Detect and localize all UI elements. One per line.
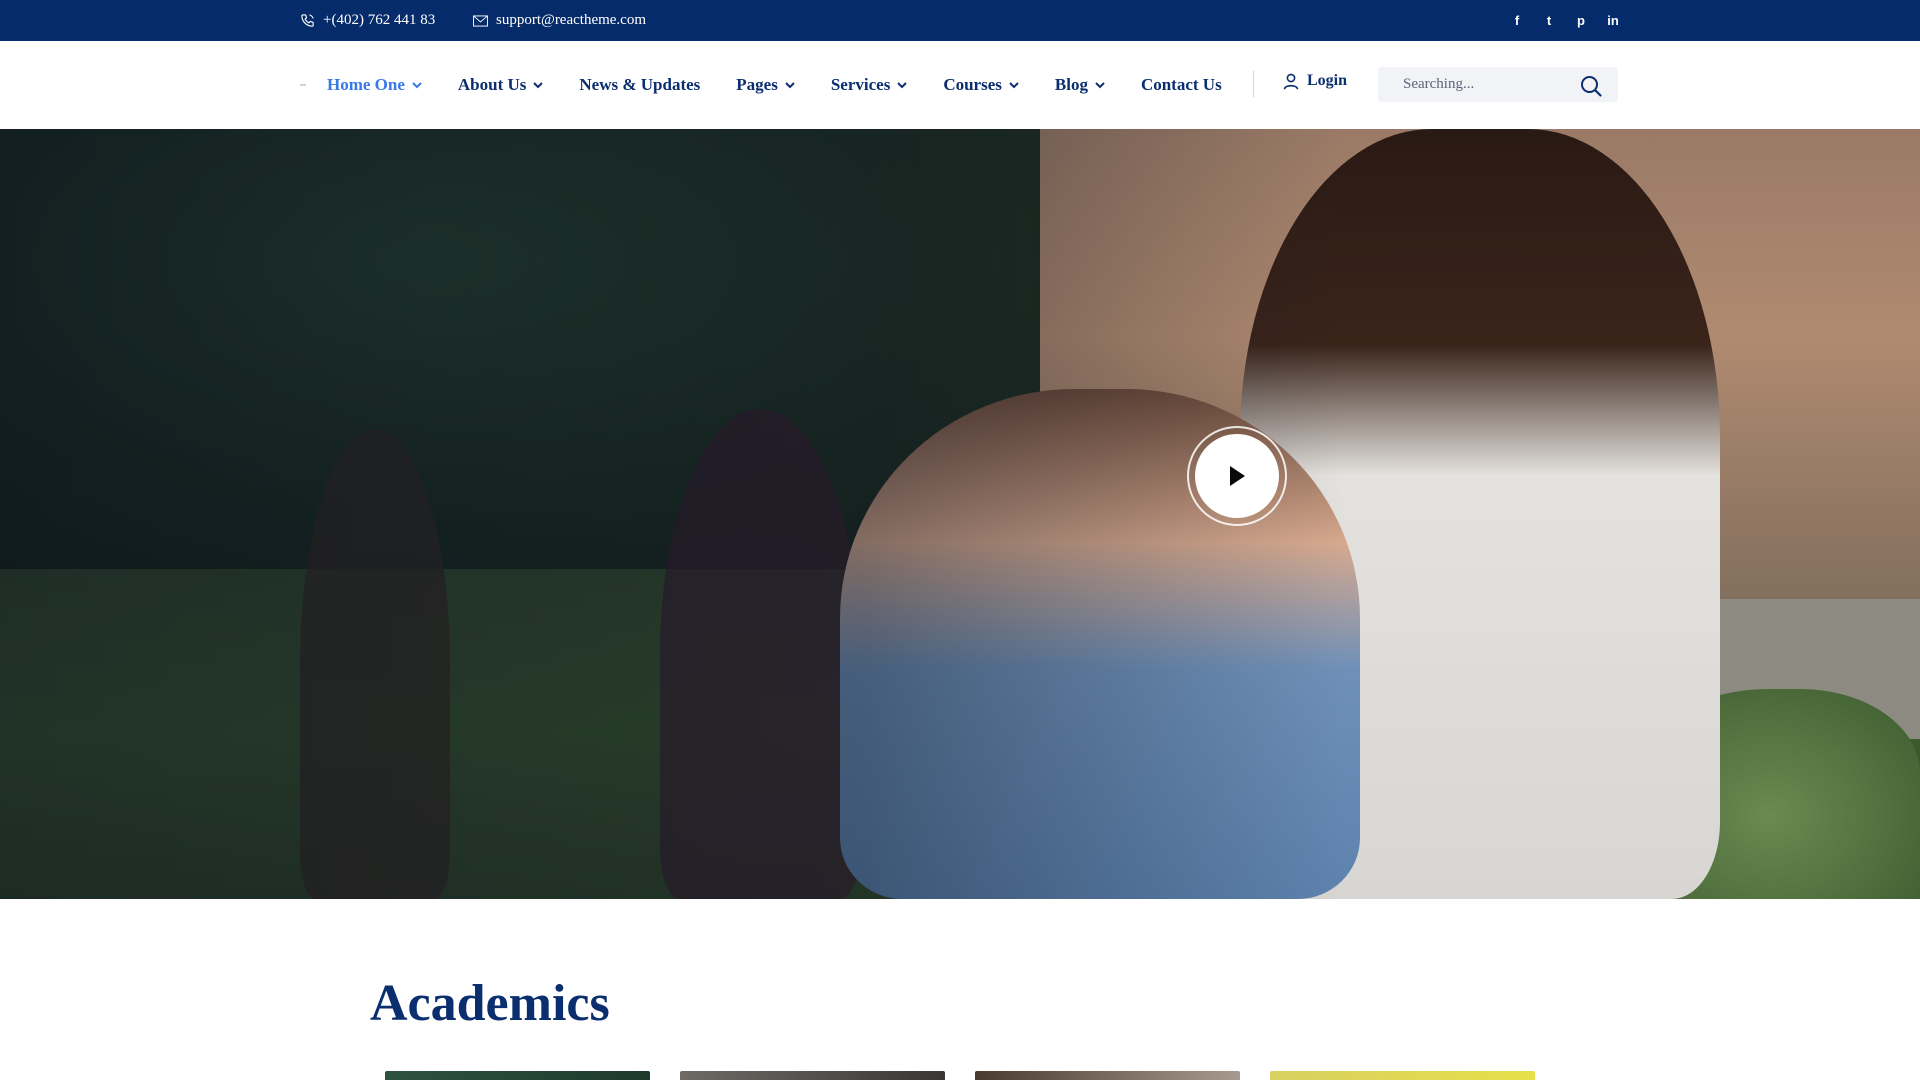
nav-item-contact[interactable]: Contact Us — [1141, 75, 1222, 95]
linkedin-icon[interactable]: in — [1606, 13, 1620, 28]
email-address: support@reactheme.com — [496, 12, 647, 28]
phone-icon — [301, 14, 314, 27]
academic-card-image[interactable] — [975, 1071, 1240, 1080]
play-icon — [1230, 466, 1245, 486]
nav-item-label: News & Updates — [579, 75, 701, 94]
chevron-down-icon — [1095, 81, 1105, 89]
nav-item-label: About Us — [457, 75, 527, 94]
nav-item-blog[interactable]: Blog — [1055, 75, 1105, 95]
nav-item-pages[interactable]: Pages — [736, 75, 795, 95]
logo[interactable] — [300, 84, 306, 86]
nav-item-label: Pages — [736, 75, 778, 94]
chevron-down-icon — [897, 81, 908, 89]
nav-item-home[interactable]: Home One — [327, 75, 422, 95]
nav-item-news[interactable]: News & Updates — [579, 75, 700, 95]
social-links: f t p in — [1510, 0, 1620, 41]
academics-title: Academics — [370, 975, 610, 1032]
nav-item-label: Blog — [1054, 75, 1088, 94]
chevron-down-icon — [785, 81, 795, 89]
chevron-down-icon — [533, 81, 544, 89]
top-bar: +(402) 762 441 83 support@reactheme.com … — [0, 0, 1920, 41]
search-box — [1378, 67, 1618, 102]
facebook-icon[interactable]: f — [1510, 13, 1524, 28]
chevron-down-icon — [1009, 81, 1019, 89]
twitter-icon[interactable]: t — [1542, 13, 1556, 28]
pinterest-icon[interactable]: p — [1574, 13, 1588, 28]
play-button-inner — [1195, 434, 1279, 518]
mail-icon — [473, 14, 488, 27]
main-header: Home One About Us News & Updates Pages S… — [0, 41, 1920, 129]
nav-item-label: Contact Us — [1140, 75, 1222, 94]
nav-item-label: Home One — [327, 75, 405, 94]
academic-card-image[interactable] — [680, 1071, 945, 1080]
hero-banner — [0, 129, 1920, 899]
chevron-down-icon — [412, 81, 422, 89]
search-icon[interactable] — [1580, 75, 1602, 102]
academics-cards — [385, 1071, 1535, 1080]
nav-item-label: Courses — [943, 75, 1002, 94]
login-label: Login — [1307, 72, 1348, 89]
video-play-button[interactable] — [1187, 426, 1287, 526]
nav-item-about[interactable]: About Us — [458, 75, 544, 95]
academic-card-image[interactable] — [1270, 1071, 1535, 1080]
user-icon — [1283, 73, 1299, 89]
nav-divider — [1253, 71, 1254, 97]
phone-number: +(402) 762 441 83 — [323, 12, 436, 28]
academic-card-image[interactable] — [385, 1071, 650, 1080]
nav-item-courses[interactable]: Courses — [943, 75, 1019, 95]
nav-item-label: Services — [830, 75, 891, 94]
hero-overlay — [0, 129, 1920, 899]
phone-contact[interactable]: +(402) 762 441 83 — [300, 0, 435, 41]
search-input[interactable] — [1378, 67, 1578, 102]
nav-item-services[interactable]: Services — [830, 75, 908, 95]
email-contact[interactable]: support@reactheme.com — [473, 0, 646, 41]
login-button[interactable]: Login — [1283, 72, 1347, 90]
main-nav: Home One About Us News & Updates Pages S… — [327, 41, 1258, 129]
